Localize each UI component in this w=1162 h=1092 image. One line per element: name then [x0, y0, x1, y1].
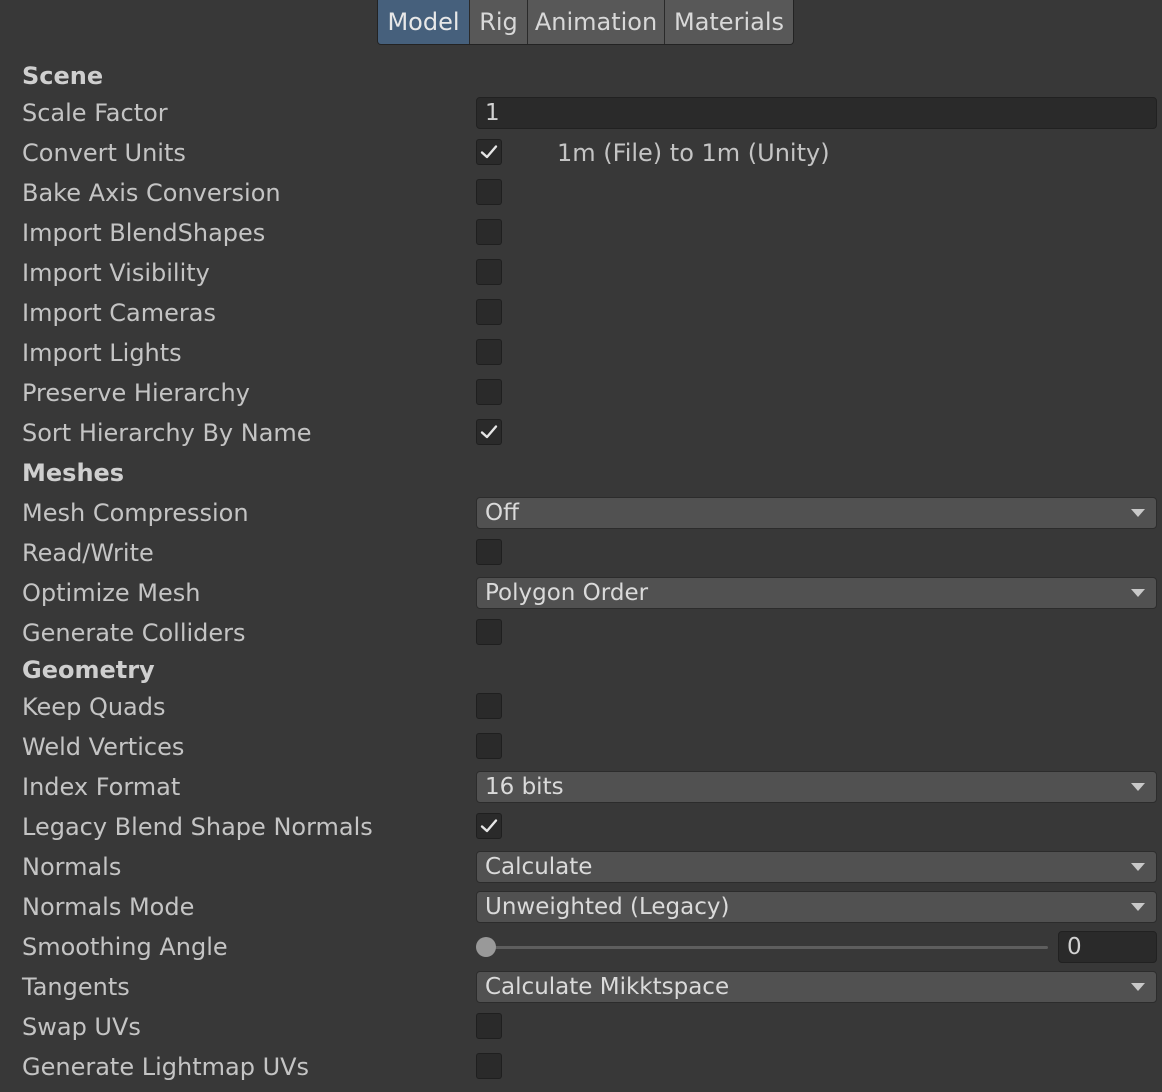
chevron-down-icon: [1131, 509, 1145, 517]
mesh-compression-dropdown[interactable]: Off: [476, 497, 1157, 529]
legacy-blend-row: Legacy Blend Shape Normals: [0, 807, 1162, 847]
lightmap-uvs-row: Generate Lightmap UVs: [0, 1047, 1162, 1087]
tab-rig[interactable]: Rig: [470, 0, 528, 44]
convert-units-row: Convert Units 1m (File) to 1m (Unity): [0, 133, 1162, 173]
preserve-hierarchy-label: Preserve Hierarchy: [22, 379, 250, 407]
generate-colliders-checkbox[interactable]: [476, 619, 502, 645]
keep-quads-row: Keep Quads: [0, 687, 1162, 727]
keep-quads-checkbox[interactable]: [476, 693, 502, 719]
weld-vertices-checkbox[interactable]: [476, 733, 502, 759]
section-header-meshes: Meshes: [22, 459, 125, 487]
scale-factor-field[interactable]: 1: [476, 97, 1157, 129]
legacy-blend-checkbox[interactable]: [476, 813, 502, 839]
section-geometry: Geometry: [0, 650, 1162, 690]
normals-mode-row: Normals Mode Unweighted (Legacy): [0, 887, 1162, 927]
tangents-row: Tangents Calculate Mikktspace: [0, 967, 1162, 1007]
read-write-row: Read/Write: [0, 533, 1162, 573]
index-format-dropdown[interactable]: 16 bits: [476, 771, 1157, 803]
import-blendshapes-checkbox[interactable]: [476, 219, 502, 245]
weld-vertices-label: Weld Vertices: [22, 733, 185, 761]
checkmark-icon: [480, 819, 498, 833]
sort-hierarchy-checkbox[interactable]: [476, 419, 502, 445]
mesh-compression-label: Mesh Compression: [22, 499, 249, 527]
index-format-label: Index Format: [22, 773, 181, 801]
index-format-value: 16 bits: [485, 774, 564, 800]
chevron-down-icon: [1131, 983, 1145, 991]
lightmap-uvs-checkbox[interactable]: [476, 1053, 502, 1079]
convert-units-label: Convert Units: [22, 139, 186, 167]
tab-materials[interactable]: Materials: [665, 0, 793, 44]
checkmark-icon: [480, 425, 498, 439]
import-cameras-checkbox[interactable]: [476, 299, 502, 325]
read-write-checkbox[interactable]: [476, 539, 502, 565]
preserve-hierarchy-row: Preserve Hierarchy: [0, 373, 1162, 413]
scale-factor-label: Scale Factor: [22, 99, 168, 127]
import-lights-label: Import Lights: [22, 339, 182, 367]
normals-mode-value: Unweighted (Legacy): [485, 894, 730, 920]
smoothing-angle-slider-track[interactable]: [484, 946, 1048, 949]
normals-mode-dropdown[interactable]: Unweighted (Legacy): [476, 891, 1157, 923]
section-header-geometry: Geometry: [22, 656, 155, 684]
chevron-down-icon: [1131, 589, 1145, 597]
normals-value: Calculate: [485, 854, 593, 880]
weld-vertices-row: Weld Vertices: [0, 727, 1162, 767]
smoothing-angle-slider-thumb[interactable]: [476, 937, 496, 957]
smoothing-angle-row: Smoothing Angle 0: [0, 927, 1162, 967]
preserve-hierarchy-checkbox[interactable]: [476, 379, 502, 405]
read-write-label: Read/Write: [22, 539, 154, 567]
tangents-label: Tangents: [22, 973, 130, 1001]
sort-hierarchy-row: Sort Hierarchy By Name: [0, 413, 1162, 453]
section-scene: Scene: [0, 56, 1162, 96]
tangents-value: Calculate Mikktspace: [485, 974, 730, 1000]
swap-uvs-row: Swap UVs: [0, 1007, 1162, 1047]
import-cameras-row: Import Cameras: [0, 293, 1162, 333]
smoothing-angle-label: Smoothing Angle: [22, 933, 228, 961]
import-blendshapes-label: Import BlendShapes: [22, 219, 266, 247]
section-meshes: Meshes: [0, 453, 1162, 493]
bake-axis-row: Bake Axis Conversion: [0, 173, 1162, 213]
import-lights-row: Import Lights: [0, 333, 1162, 373]
normals-mode-label: Normals Mode: [22, 893, 195, 921]
generate-colliders-row: Generate Colliders: [0, 613, 1162, 653]
sort-hierarchy-label: Sort Hierarchy By Name: [22, 419, 312, 447]
swap-uvs-label: Swap UVs: [22, 1013, 141, 1041]
tab-model[interactable]: Model: [378, 0, 470, 44]
chevron-down-icon: [1131, 783, 1145, 791]
optimize-mesh-row: Optimize Mesh Polygon Order: [0, 573, 1162, 613]
tab-animation[interactable]: Animation: [528, 0, 665, 44]
import-cameras-label: Import Cameras: [22, 299, 216, 327]
tangents-dropdown[interactable]: Calculate Mikktspace: [476, 971, 1157, 1003]
import-visibility-row: Import Visibility: [0, 253, 1162, 293]
import-lights-checkbox[interactable]: [476, 339, 502, 365]
mesh-compression-row: Mesh Compression Off: [0, 493, 1162, 533]
chevron-down-icon: [1131, 863, 1145, 871]
chevron-down-icon: [1131, 903, 1145, 911]
lightmap-uvs-label: Generate Lightmap UVs: [22, 1053, 310, 1081]
optimize-mesh-dropdown[interactable]: Polygon Order: [476, 577, 1157, 609]
normals-label: Normals: [22, 853, 122, 881]
scale-factor-row: Scale Factor 1: [0, 93, 1162, 133]
normals-dropdown[interactable]: Calculate: [476, 851, 1157, 883]
convert-units-checkbox[interactable]: [476, 139, 502, 165]
normals-row: Normals Calculate: [0, 847, 1162, 887]
bake-axis-label: Bake Axis Conversion: [22, 179, 281, 207]
import-blendshapes-row: Import BlendShapes: [0, 213, 1162, 253]
import-visibility-label: Import Visibility: [22, 259, 210, 287]
swap-uvs-checkbox[interactable]: [476, 1013, 502, 1039]
index-format-row: Index Format 16 bits: [0, 767, 1162, 807]
optimize-mesh-value: Polygon Order: [485, 580, 649, 606]
checkmark-icon: [480, 145, 498, 159]
keep-quads-label: Keep Quads: [22, 693, 166, 721]
convert-units-info: 1m (File) to 1m (Unity): [557, 139, 830, 167]
smoothing-angle-field[interactable]: 0: [1058, 931, 1157, 963]
section-header-scene: Scene: [22, 62, 104, 90]
bake-axis-checkbox[interactable]: [476, 179, 502, 205]
mesh-compression-value: Off: [485, 500, 519, 526]
legacy-blend-label: Legacy Blend Shape Normals: [22, 813, 373, 841]
generate-colliders-label: Generate Colliders: [22, 619, 246, 647]
import-visibility-checkbox[interactable]: [476, 259, 502, 285]
import-settings-tabs: Model Rig Animation Materials: [377, 0, 794, 45]
optimize-mesh-label: Optimize Mesh: [22, 579, 201, 607]
